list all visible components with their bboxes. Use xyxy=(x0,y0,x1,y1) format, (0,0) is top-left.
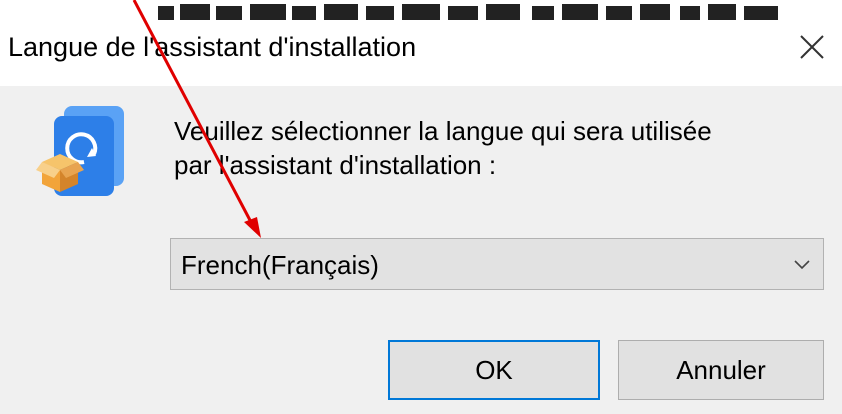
window-title: Langue de l'assistant d'installation xyxy=(8,32,417,62)
title-bar[interactable]: Langue de l'assistant d'installation xyxy=(0,20,842,86)
installer-language-dialog: Langue de l'assistant d'installation Veu… xyxy=(0,20,842,414)
message-line-1: Veuillez sélectionner la langue qui sera… xyxy=(174,116,712,146)
instruction-message: Veuillez sélectionner la langue qui sera… xyxy=(174,114,814,182)
ok-button[interactable]: OK xyxy=(388,340,600,400)
language-select-value: French(Français) xyxy=(181,250,379,280)
close-button[interactable] xyxy=(782,20,842,74)
language-select[interactable]: French(Français) xyxy=(170,238,824,290)
close-icon xyxy=(800,35,824,59)
background-window-fragment xyxy=(0,0,842,20)
chevron-down-icon xyxy=(794,260,810,270)
cancel-button[interactable]: Annuler xyxy=(618,340,824,400)
installer-box-icon xyxy=(36,106,124,196)
message-line-2: par l'assistant d'installation : xyxy=(174,150,497,180)
